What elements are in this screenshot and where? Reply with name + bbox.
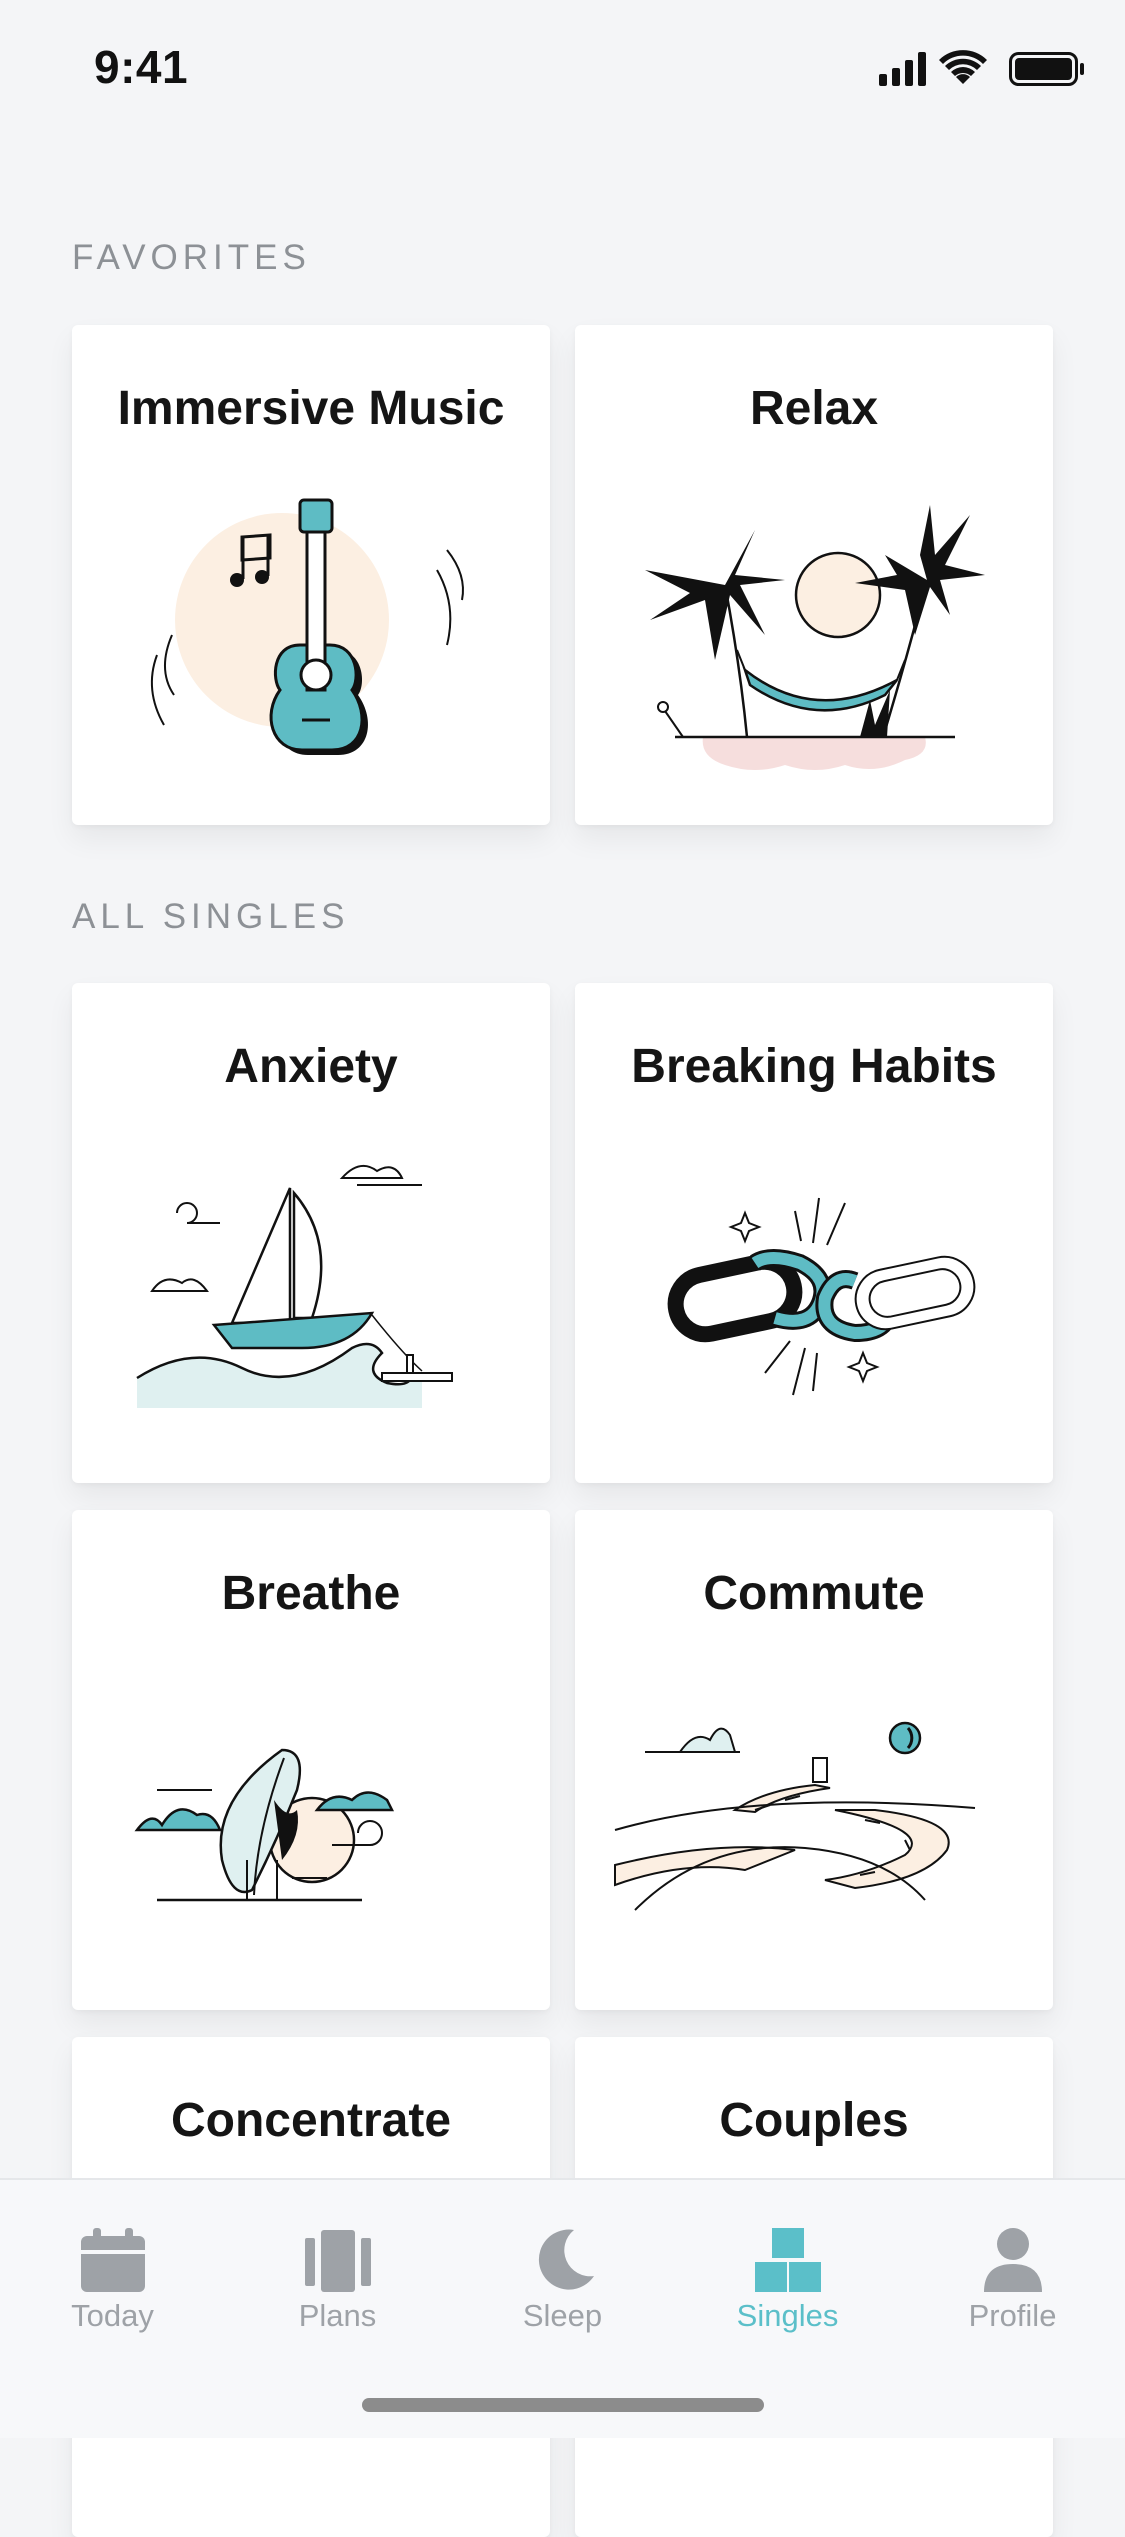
tab-sleep[interactable]: Sleep	[450, 2180, 675, 2340]
card-title: Anxiety	[224, 1040, 398, 1093]
road-illustration	[614, 1721, 976, 1911]
tab-plans[interactable]: Plans	[225, 2180, 450, 2340]
card-title: Immersive Music	[117, 382, 505, 435]
sailboat-illustration	[136, 1164, 453, 1408]
tab-today[interactable]: Today	[0, 2180, 225, 2340]
card-breaking-habits[interactable]: Breaking Habits	[575, 983, 1053, 1483]
tab-label: Profile	[968, 2298, 1057, 2333]
hammock-illustration	[645, 505, 985, 770]
card-commute[interactable]: Commute	[575, 1510, 1053, 2010]
card-title: Breaking Habits	[631, 1040, 997, 1093]
singles-icon	[755, 2228, 821, 2292]
tab-label: Plans	[298, 2298, 377, 2333]
person-icon	[984, 2228, 1042, 2292]
wifi-icon	[939, 50, 987, 84]
card-immersive-music[interactable]: Immersive Music	[72, 325, 550, 825]
card-title: Commute	[703, 1567, 925, 1620]
tab-label: Today	[71, 2298, 154, 2333]
plans-icon	[305, 2230, 371, 2292]
card-title: Relax	[749, 382, 879, 435]
calendar-icon	[81, 2228, 145, 2292]
tab-profile[interactable]: Profile	[900, 2180, 1125, 2340]
all-singles-section-label: ALL SINGLES	[72, 897, 350, 936]
card-title: Couples	[719, 2094, 909, 2147]
card-relax[interactable]: Relax	[575, 325, 1053, 825]
card-title: Breathe	[221, 1567, 401, 1620]
tab-singles[interactable]: Singles	[675, 2180, 900, 2340]
card-breathe[interactable]: Breathe	[72, 1510, 550, 2010]
battery-icon	[1009, 52, 1084, 86]
home-indicator[interactable]	[362, 2398, 764, 2412]
leaf-illustration	[134, 1748, 395, 1902]
status-time: 9:41	[94, 41, 189, 93]
signal-icon	[879, 52, 926, 86]
guitar-illustration	[150, 498, 464, 755]
moon-icon	[538, 2229, 594, 2290]
card-anxiety[interactable]: Anxiety	[72, 983, 550, 1483]
status-icons	[879, 50, 1084, 86]
card-title: Concentrate	[170, 2094, 452, 2147]
tab-label: Sleep	[522, 2298, 603, 2333]
favorites-section-label: FAVORITES	[72, 238, 311, 277]
broken-chain-illustration	[667, 1197, 976, 1396]
tab-label: Singles	[736, 2298, 839, 2333]
status-bar: 9:41	[0, 0, 1125, 140]
